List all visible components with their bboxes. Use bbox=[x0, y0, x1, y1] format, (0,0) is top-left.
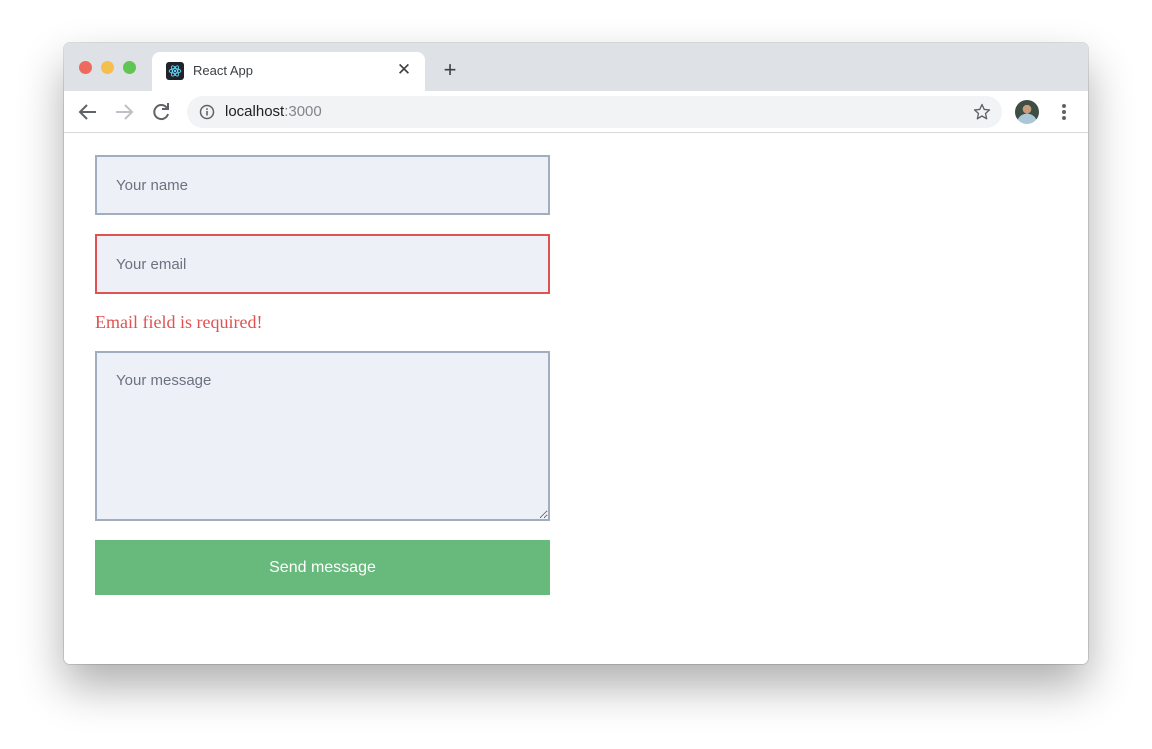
info-icon[interactable] bbox=[199, 104, 215, 120]
tab-react-app[interactable]: React App ✕ bbox=[152, 52, 425, 91]
browser-window: React App ✕ + localhost:3000 Ema bbox=[64, 43, 1088, 664]
close-window-button[interactable] bbox=[79, 61, 92, 74]
browser-toolbar: localhost:3000 bbox=[64, 91, 1088, 133]
email-field[interactable] bbox=[95, 234, 550, 294]
address-bar[interactable]: localhost:3000 bbox=[187, 96, 1002, 128]
page-content: Email field is required! Send message bbox=[64, 134, 1088, 664]
url-text: localhost:3000 bbox=[225, 103, 322, 120]
tab-title: React App bbox=[193, 63, 253, 78]
arrow-left-icon[interactable] bbox=[76, 100, 100, 124]
email-error-message: Email field is required! bbox=[95, 312, 263, 332]
maximize-window-button[interactable] bbox=[123, 61, 136, 74]
url-port: :3000 bbox=[284, 103, 322, 120]
url-host: localhost bbox=[225, 103, 285, 120]
close-icon[interactable]: ✕ bbox=[395, 61, 413, 79]
avatar[interactable] bbox=[1015, 100, 1039, 124]
message-field[interactable] bbox=[95, 351, 550, 521]
plus-icon[interactable]: + bbox=[440, 59, 460, 81]
reload-icon[interactable] bbox=[149, 100, 173, 124]
kebab-menu-icon[interactable] bbox=[1054, 102, 1074, 122]
react-logo-icon bbox=[166, 62, 184, 80]
tab-strip: React App ✕ + bbox=[64, 43, 1088, 91]
minimize-window-button[interactable] bbox=[101, 61, 114, 74]
star-icon[interactable] bbox=[972, 102, 992, 122]
arrow-right-icon[interactable] bbox=[112, 100, 136, 124]
send-message-button[interactable]: Send message bbox=[95, 540, 550, 595]
name-field[interactable] bbox=[95, 155, 550, 215]
